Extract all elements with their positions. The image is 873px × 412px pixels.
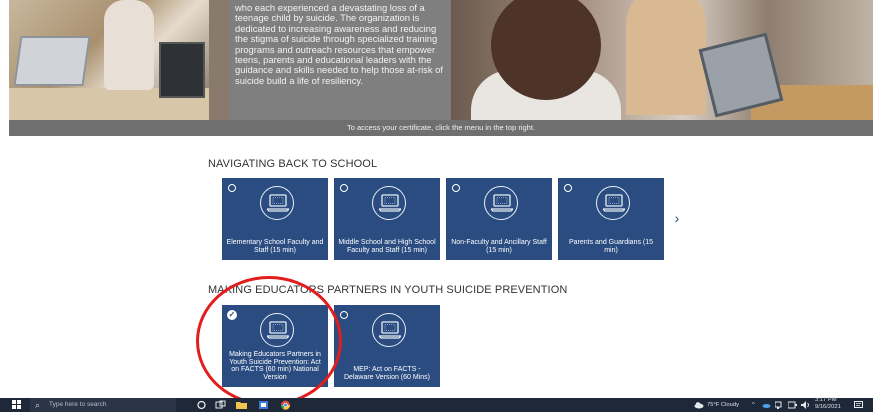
- laptop-icon: [372, 313, 406, 347]
- section-title-navigating-back-to-school: NAVIGATING BACK TO SCHOOL: [208, 158, 378, 170]
- battery-icon[interactable]: [788, 401, 797, 409]
- laptop-icon: [372, 186, 406, 220]
- course-card-middle-high-school[interactable]: Middle School and High School Faculty an…: [334, 178, 440, 260]
- course-card-elementary[interactable]: Elementary School Faculty and Staff (15 …: [222, 178, 328, 260]
- windows-start-icon[interactable]: [12, 400, 22, 410]
- file-explorer-icon[interactable]: [236, 400, 247, 410]
- course-label: Elementary School Faculty and Staff (15 …: [226, 239, 324, 255]
- hero-description: who each experienced a devastating loss …: [235, 2, 443, 86]
- course-card-parents-guardians[interactable]: Parents and Guardians (15 min): [558, 178, 664, 260]
- incomplete-radio-icon: [564, 184, 572, 192]
- clock-date[interactable]: 9/16/2021: [815, 402, 841, 412]
- weather-status[interactable]: 75°F Cloudy: [707, 398, 739, 412]
- course-label: MEP: Act on FACTS - Delaware Version (60…: [344, 366, 430, 382]
- speaker-icon[interactable]: [801, 401, 810, 409]
- chevron-up-icon[interactable]: ^: [752, 398, 755, 412]
- laptop-icon: [260, 186, 294, 220]
- taskbar: ⌕ Type here to search 75°F Cloudy ^ 3:17…: [0, 397, 873, 412]
- course-card-mep-delaware[interactable]: MEP: Act on FACTS - Delaware Version (60…: [334, 305, 440, 387]
- onedrive-cloud-icon[interactable]: [762, 402, 771, 408]
- search-placeholder: Type here to search: [49, 401, 107, 408]
- cortana-icon[interactable]: [196, 400, 207, 410]
- search-icon: ⌕: [35, 400, 41, 410]
- page: who each experienced a devastating loss …: [0, 0, 873, 412]
- laptop-icon: [596, 186, 630, 220]
- incomplete-radio-icon: [340, 184, 348, 192]
- hero-photo-right: [451, 0, 873, 120]
- course-label: Parents and Guardians (15 min): [568, 239, 654, 255]
- incomplete-radio-icon: [340, 311, 348, 319]
- cloud-weather-icon: [694, 402, 704, 409]
- course-label: Non-Faculty and Ancillary Staff (15 min): [451, 239, 547, 255]
- task-view-icon[interactable]: [215, 400, 226, 410]
- network-icon[interactable]: [775, 401, 784, 409]
- taskbar-search-box[interactable]: ⌕ Type here to search: [30, 398, 176, 412]
- red-circle-annotation: [196, 276, 342, 406]
- incomplete-radio-icon: [228, 184, 236, 192]
- system-tray: 75°F Cloudy ^ 3:17 PM 9/16/2021: [694, 397, 869, 412]
- carousel-next-arrow-icon[interactable]: ›: [671, 208, 683, 228]
- chrome-icon[interactable]: [280, 400, 291, 410]
- notifications-icon[interactable]: [854, 401, 863, 409]
- laptop-icon: [484, 186, 518, 220]
- hero-banner: who each experienced a devastating loss …: [9, 0, 873, 120]
- course-label: Middle School and High School Faculty an…: [338, 239, 436, 255]
- hero-photo-left: [9, 0, 209, 120]
- incomplete-radio-icon: [452, 184, 460, 192]
- course-card-non-faculty[interactable]: Non-Faculty and Ancillary Staff (15 min): [446, 178, 552, 260]
- certificate-info-bar: To access your certificate, click the me…: [9, 120, 873, 136]
- store-icon[interactable]: [258, 400, 269, 410]
- hero-text-panel: who each experienced a devastating loss …: [229, 0, 451, 120]
